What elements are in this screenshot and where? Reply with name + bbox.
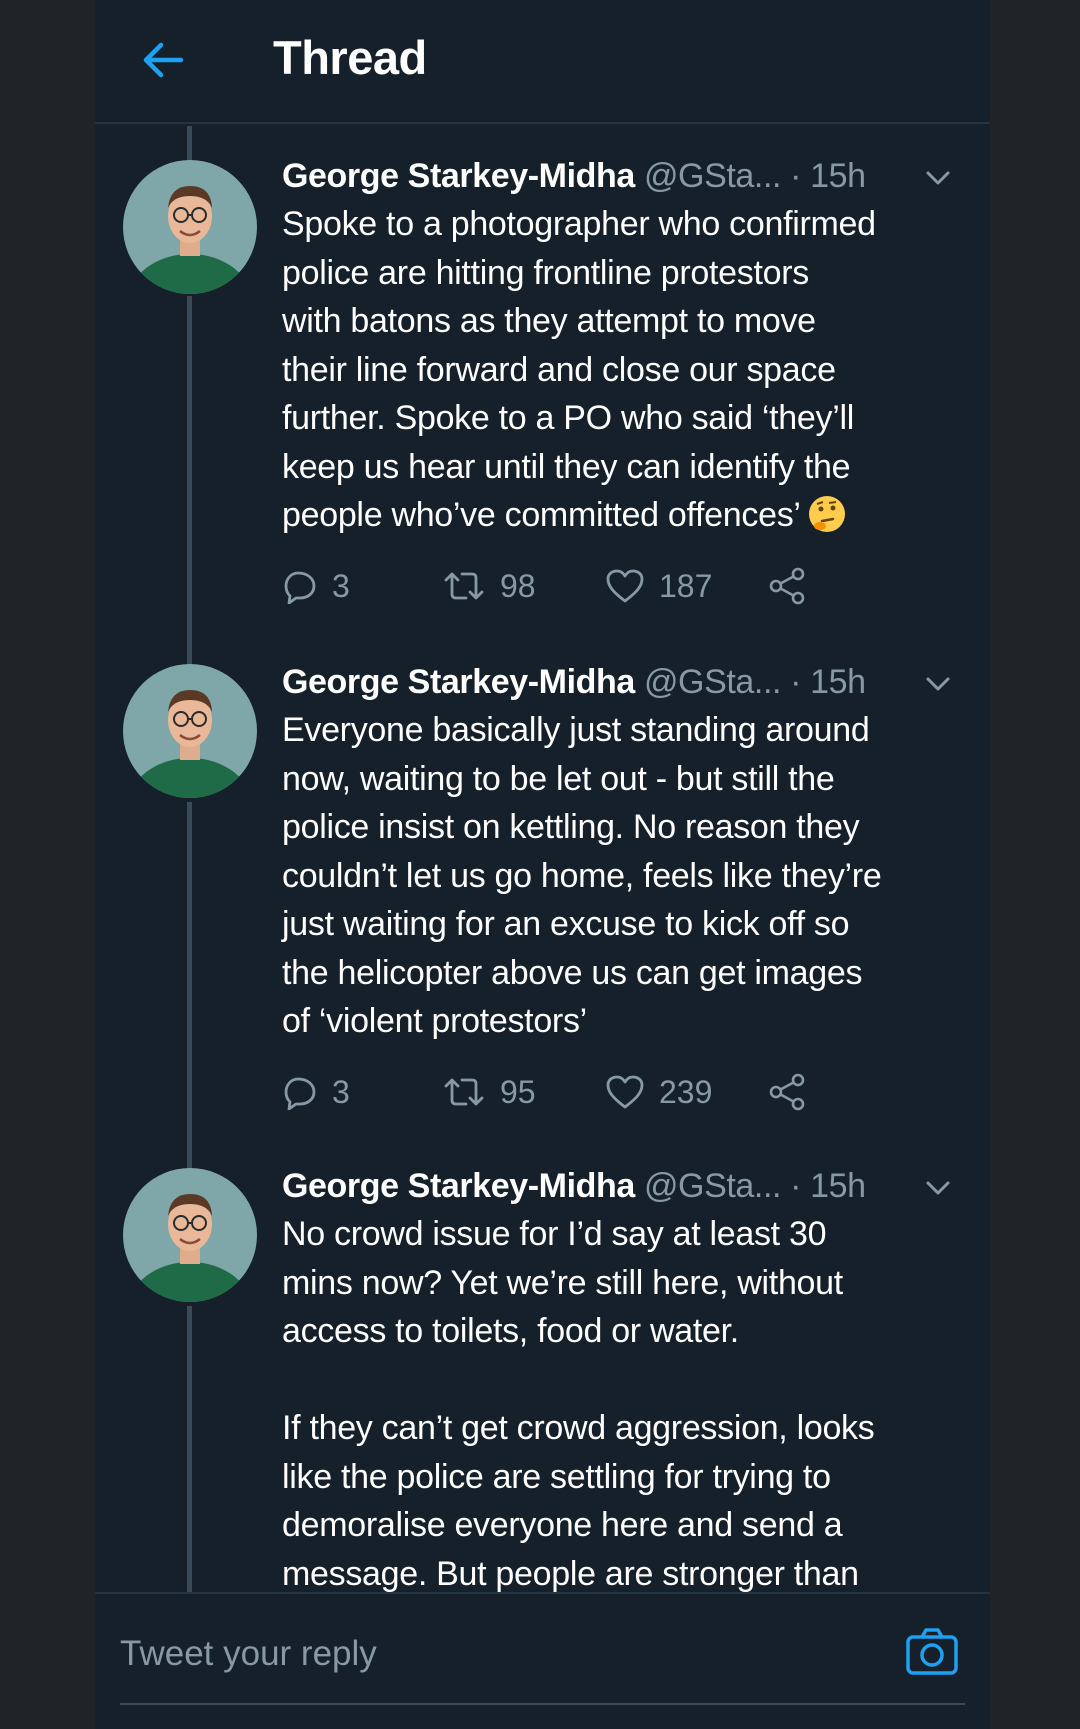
author-name[interactable]: George Starkey-Midha (282, 663, 635, 701)
tweet-header: George Starkey-Midha @GSta... · 15h (282, 1164, 866, 1208)
retweet-button[interactable]: 95 (442, 1070, 536, 1114)
tweet-actions: 3 95 239 (282, 1070, 882, 1114)
like-count: 239 (659, 1073, 713, 1110)
reply-button[interactable]: 3 (282, 1070, 350, 1114)
author-handle[interactable]: @GSta... (644, 157, 782, 195)
separator-dot: · (790, 157, 802, 195)
retweet-count: 95 (500, 1073, 536, 1110)
share-icon (767, 566, 807, 606)
reply-icon (282, 568, 318, 604)
retweet-icon (442, 1074, 486, 1110)
tweet-text: Spoke to a photographer who confirmed po… (282, 200, 962, 540)
chevron-down-icon[interactable] (920, 160, 956, 196)
reply-count: 3 (332, 567, 350, 604)
reply-count: 3 (332, 1073, 350, 1110)
chevron-down-icon[interactable] (920, 666, 956, 702)
share-icon (767, 1072, 807, 1112)
page-title: Thread (273, 31, 427, 84)
tweet-timestamp[interactable]: 15h (810, 663, 866, 701)
avatar[interactable] (123, 160, 257, 294)
tweet-timestamp[interactable]: 15h (810, 1167, 866, 1205)
twitter-thread-screen: Thread George Starkey-Midha @GSta... · 1 (95, 0, 990, 1729)
retweet-icon (442, 568, 486, 604)
reply-bar (95, 1592, 990, 1729)
share-button[interactable] (767, 1070, 807, 1114)
back-arrow-icon[interactable] (135, 32, 191, 88)
retweet-count: 98 (500, 567, 536, 604)
tweet-header: George Starkey-Midha @GSta... · 15h (282, 154, 866, 198)
like-count: 187 (659, 567, 713, 604)
separator-dot: · (790, 663, 802, 701)
like-button[interactable]: 239 (605, 1070, 712, 1114)
heart-icon (605, 568, 645, 604)
tweet-body: Spoke to a photographer who confirmed po… (282, 205, 876, 534)
author-name[interactable]: George Starkey-Midha (282, 1167, 635, 1205)
author-handle[interactable]: @GSta... (644, 663, 782, 701)
avatar[interactable] (123, 1168, 257, 1302)
tweet-text: No crowd issue for I’d say at least 30 m… (282, 1215, 875, 1593)
reply-button[interactable]: 3 (282, 564, 350, 608)
reply-input[interactable] (120, 1624, 800, 1684)
retweet-button[interactable]: 98 (442, 564, 536, 608)
reply-icon (282, 1074, 318, 1110)
tweet-actions: 3 98 187 (282, 564, 882, 608)
author-name[interactable]: George Starkey-Midha (282, 157, 635, 195)
tweet-header: George Starkey-Midha @GSta... · 15h (282, 660, 866, 704)
avatar[interactable] (123, 664, 257, 798)
separator-dot: · (790, 1167, 802, 1205)
tweet[interactable]: George Starkey-Midha @GSta... · 15h No c… (95, 1164, 990, 1593)
camera-icon[interactable] (903, 1622, 961, 1680)
author-handle[interactable]: @GSta... (644, 1167, 782, 1205)
like-button[interactable]: 187 (605, 564, 712, 608)
thinking-face-icon (807, 494, 847, 534)
tweet-text: Everyone basically just standing around … (282, 711, 882, 1040)
tweet[interactable]: George Starkey-Midha @GSta... · 15h Spok… (95, 154, 990, 654)
share-button[interactable] (767, 564, 807, 608)
tweet-timestamp[interactable]: 15h (810, 157, 866, 195)
tweet[interactable]: George Starkey-Midha @GSta... · 15h Ever… (95, 660, 990, 1160)
reply-underline (120, 1703, 965, 1705)
chevron-down-icon[interactable] (920, 1170, 956, 1206)
top-app-bar: Thread (95, 0, 990, 124)
heart-icon (605, 1074, 645, 1110)
